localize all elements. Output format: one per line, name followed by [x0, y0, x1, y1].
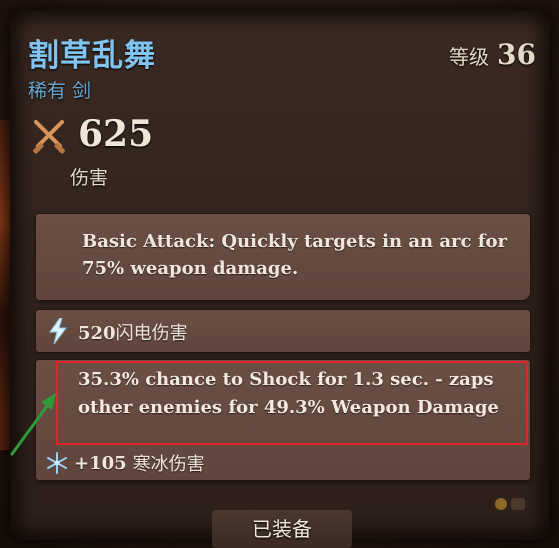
lightning-damage-text: 520闪电伤害	[78, 319, 188, 345]
level-label: 等级	[449, 45, 490, 69]
lightning-damage-value: 520	[78, 323, 116, 344]
highlight-annotation-box	[56, 361, 528, 445]
crossed-swords-icon	[33, 120, 65, 154]
lightning-damage-stat: 520闪电伤害	[36, 310, 530, 352]
item-rarity-type: 稀有 剑	[28, 80, 92, 102]
lightning-bolt-icon	[49, 318, 67, 344]
ability-description: Basic Attack: Quickly targets in an arc …	[82, 231, 507, 279]
green-arrow-annotation	[10, 393, 56, 456]
ability-description-box: Basic Attack: Quickly targets in an arc …	[36, 214, 530, 300]
frost-damage-value: +105	[74, 452, 127, 474]
lightning-damage-label: 闪电伤害	[115, 323, 188, 344]
corner-ornament-icon	[495, 498, 525, 510]
item-name: 割草乱舞	[28, 38, 156, 74]
damage-value: 625	[78, 113, 154, 155]
item-level: 等级 36	[449, 38, 536, 71]
damage-label: 伤害	[70, 167, 109, 189]
frost-damage-stat: +105 寒冰伤害	[46, 450, 205, 476]
frost-damage-label: 寒冰伤害	[132, 454, 205, 475]
level-value: 36	[497, 38, 536, 71]
equipped-status-label: 已装备	[212, 510, 352, 548]
